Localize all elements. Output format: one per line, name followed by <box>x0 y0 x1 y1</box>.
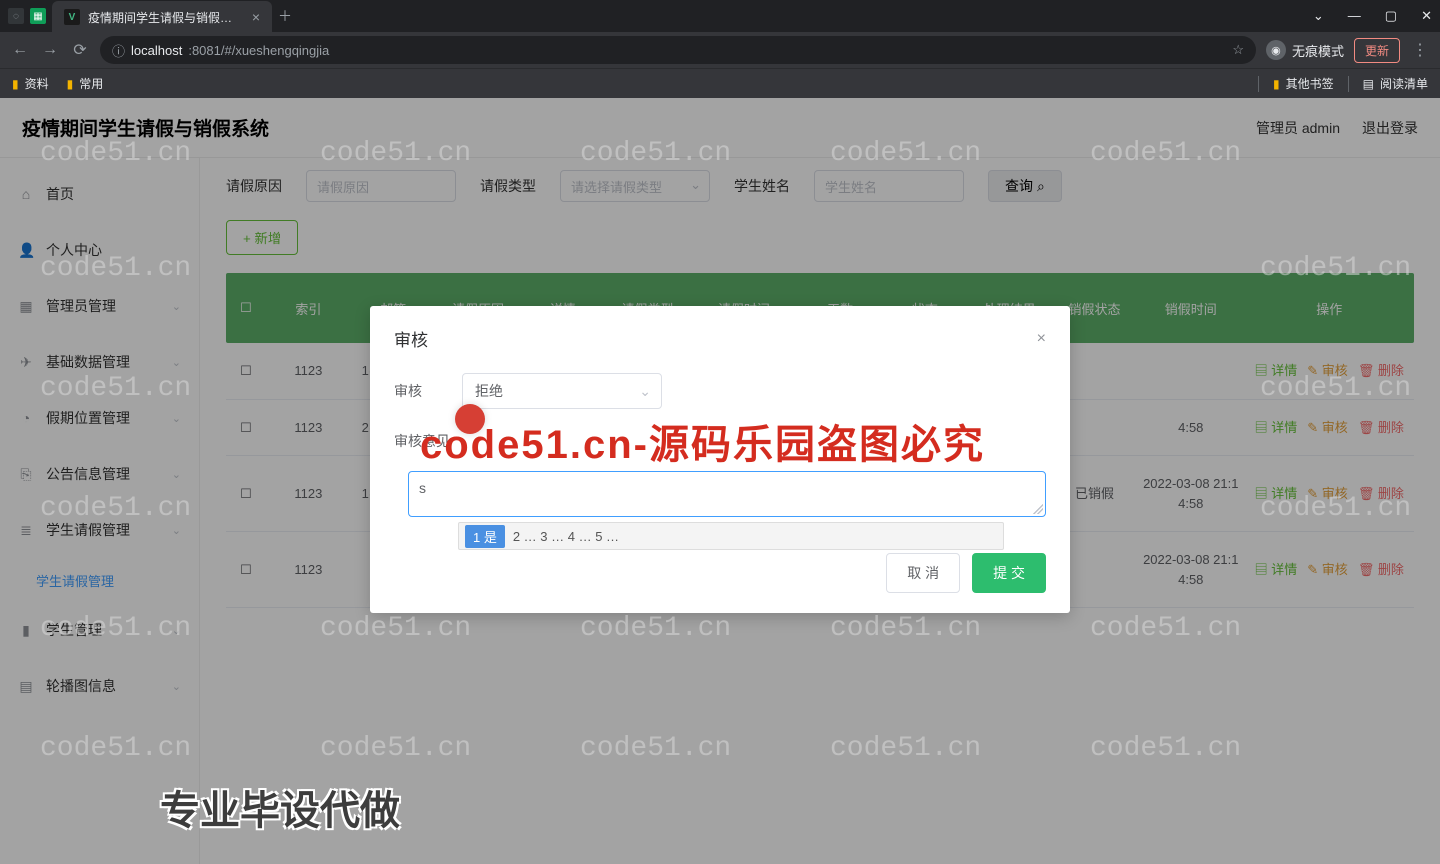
form-label-opinion: 审核意见 <box>394 429 462 451</box>
bookmark-star-icon[interactable]: ☆ <box>1232 42 1244 58</box>
reading-list[interactable]: ▤阅读清单 <box>1363 75 1428 92</box>
list-icon: ▤ <box>1363 77 1374 91</box>
incognito-icon: ◉ <box>1266 40 1286 60</box>
bookmark-folder[interactable]: ▮资料 <box>12 75 49 92</box>
ime-selected[interactable]: 1 是 <box>465 525 505 548</box>
audit-opinion-textarea[interactable]: s <box>408 471 1046 517</box>
minimize-icon[interactable]: — <box>1348 8 1361 24</box>
update-button[interactable]: 更新 <box>1354 38 1400 63</box>
active-tab[interactable]: V 疫情期间学生请假与销假系统 × <box>52 1 272 33</box>
dialog-title: 审核 <box>394 326 428 351</box>
new-tab-icon[interactable]: ＋ <box>278 6 292 26</box>
folder-icon: ▮ <box>12 77 19 91</box>
submit-button[interactable]: 提 交 <box>972 553 1046 593</box>
site-info-icon[interactable]: ⓘ <box>112 41 125 60</box>
address-bar-row: ← → ⟳ ⓘ localhost :8081/#/xueshengqingjia… <box>0 32 1440 68</box>
pinned-tab-icon[interactable]: ▦ <box>30 8 46 24</box>
cancel-button[interactable]: 取 消 <box>886 553 960 593</box>
url-host: localhost <box>131 43 182 58</box>
reload-icon[interactable]: ⟳ <box>70 40 90 60</box>
vue-icon: V <box>64 9 80 25</box>
audit-result-select[interactable]: 拒绝 <box>462 373 662 409</box>
tab-title: 疫情期间学生请假与销假系统 <box>88 9 244 26</box>
menu-icon[interactable]: ⋮ <box>1410 40 1430 60</box>
resize-handle-icon[interactable] <box>1033 504 1043 514</box>
folder-icon: ▮ <box>1273 77 1280 91</box>
chevron-down-icon[interactable]: ⌄ <box>1313 8 1324 24</box>
incognito-indicator[interactable]: ◉ 无痕模式 <box>1266 40 1344 60</box>
maximize-icon[interactable]: ▢ <box>1385 8 1397 24</box>
back-icon[interactable]: ← <box>10 41 30 59</box>
ime-candidate-bar[interactable]: 1 是 2 … 3 … 4 … 5 … <box>458 522 1004 550</box>
bookmark-folder[interactable]: ▮常用 <box>67 75 104 92</box>
ime-candidates[interactable]: 2 … 3 … 4 … 5 … <box>513 529 619 544</box>
pinned-tab-icon[interactable]: ◌ <box>8 8 24 24</box>
dialog-close-icon[interactable]: × <box>1037 330 1046 348</box>
form-label-audit: 审核 <box>394 381 462 401</box>
address-bar[interactable]: ⓘ localhost :8081/#/xueshengqingjia ☆ <box>100 36 1256 64</box>
browser-titlebar: ◌ ▦ V 疫情期间学生请假与销假系统 × ＋ ⌄ — ▢ ✕ <box>0 0 1440 32</box>
forward-icon[interactable]: → <box>40 41 60 59</box>
audit-dialog: 审核 × 审核 拒绝 审核意见 s 1 是 2 … 3 … 4 … 5 … <box>370 306 1070 613</box>
close-tab-icon[interactable]: × <box>252 9 260 25</box>
url-path: :8081/#/xueshengqingjia <box>188 43 329 58</box>
folder-icon: ▮ <box>67 77 74 91</box>
other-bookmarks[interactable]: ▮其他书签 <box>1273 75 1334 92</box>
close-window-icon[interactable]: ✕ <box>1421 8 1432 24</box>
bookmarks-bar: ▮资料 ▮常用 ▮其他书签 ▤阅读清单 <box>0 68 1440 98</box>
